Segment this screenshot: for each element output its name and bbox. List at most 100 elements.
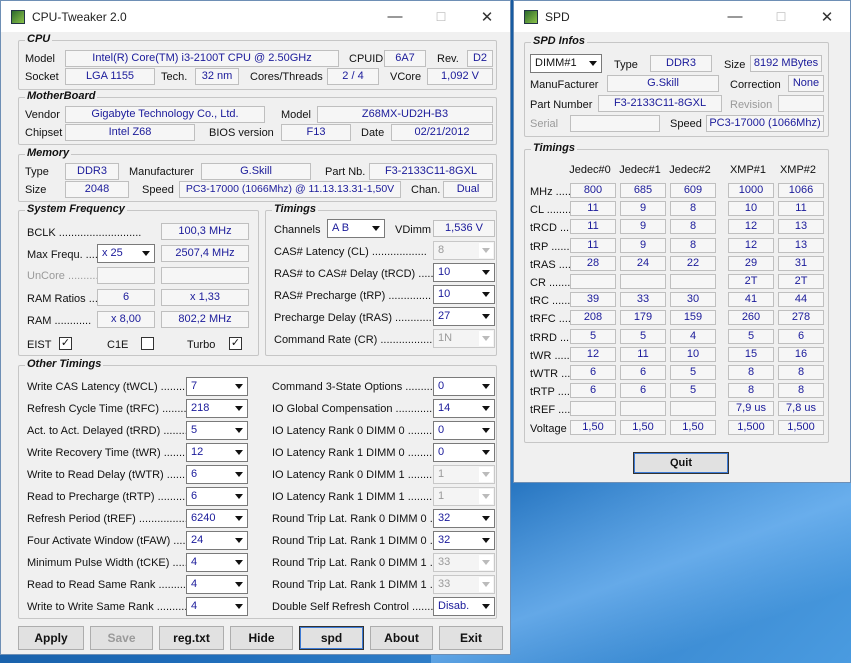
- chevron-down-icon: [232, 511, 246, 526]
- other-timing-select[interactable]: 0: [433, 421, 495, 440]
- other-timing-value: Disab.: [438, 600, 470, 612]
- mem-size-label: Size: [25, 184, 47, 196]
- c1e-checkbox[interactable]: [141, 337, 154, 350]
- other-timing-select[interactable]: 6: [186, 487, 248, 506]
- spd-timing-value: 41: [728, 292, 774, 308]
- spd-timing-value: 10: [670, 346, 716, 362]
- other-timing-select[interactable]: 4: [186, 575, 248, 594]
- other-timing-select[interactable]: 7: [186, 377, 248, 396]
- other-timing-value: 6: [191, 490, 198, 502]
- other-timing-label: Refresh Cycle Time (tRFC) .........: [27, 403, 190, 415]
- spd-timing-value: 278: [778, 310, 824, 326]
- other-timing-select[interactable]: 218: [186, 399, 248, 418]
- minimize-button[interactable]: —: [372, 1, 418, 32]
- hide-button[interactable]: Hide: [230, 626, 293, 650]
- spd-timing-value: [670, 274, 716, 289]
- spd-timing-value: 11: [778, 201, 824, 217]
- minimize-button[interactable]: —: [712, 1, 758, 32]
- dimm-select[interactable]: DIMM#1: [530, 54, 602, 73]
- spd-timing-value: 15: [728, 346, 774, 362]
- other-timing-select[interactable]: 6: [186, 465, 248, 484]
- spd-manuf-value: G.Skill: [607, 75, 719, 92]
- turbo-checkbox[interactable]: ✓: [229, 337, 242, 350]
- mem-manuf-value: G.Skill: [201, 163, 311, 180]
- close-button[interactable]: ✕: [464, 1, 510, 32]
- spd-timings-group-title: Timings: [531, 142, 577, 154]
- other-timing-value: 4: [191, 578, 198, 590]
- other-timing-select[interactable]: 12: [186, 443, 248, 462]
- reg-txt-button[interactable]: reg.txt: [159, 626, 224, 650]
- other-timing-select[interactable]: 0: [433, 443, 495, 462]
- chevron-down-icon: [586, 56, 600, 71]
- spd-timing-value: 9: [620, 219, 666, 235]
- channels-select[interactable]: A B: [327, 219, 385, 238]
- spd-timing-value: 1,50: [620, 419, 666, 435]
- other-timing-label: Read to Precharge (tRTP) ...........: [27, 491, 192, 503]
- socket-value: LGA 1155: [65, 68, 155, 85]
- cpu-group-title: CPU: [25, 33, 53, 45]
- about-button[interactable]: About: [370, 626, 433, 650]
- other-timing-select[interactable]: 0: [433, 377, 495, 396]
- title-bar[interactable]: SPD — ☐ ✕: [514, 1, 850, 32]
- spd-row-label: tRRD .....: [530, 331, 576, 344]
- chevron-down-icon: [479, 555, 493, 570]
- spd-timing-value: 208: [570, 310, 616, 326]
- ram-ratio-multiplier: x 1,33: [161, 289, 249, 306]
- apply-button[interactable]: Apply: [18, 626, 84, 650]
- other-timing-select[interactable]: 4: [186, 553, 248, 572]
- spd-type-label: Type: [614, 59, 638, 71]
- title-bar[interactable]: CPU-Tweaker 2.0 — ☐ ✕: [1, 1, 510, 32]
- serial-label: Serial: [530, 118, 559, 130]
- other-timing-select[interactable]: 32: [433, 531, 495, 550]
- other-timing-label: Write to Write Same Rank ............: [27, 601, 194, 613]
- timing-value: 10: [438, 266, 451, 278]
- spd-column-header: Jedec#0: [569, 164, 611, 176]
- other-timing-select[interactable]: 24: [186, 531, 248, 550]
- eist-checkbox[interactable]: ✓: [59, 337, 72, 350]
- timing-select[interactable]: 10: [433, 285, 495, 304]
- spd-timing-value: 6: [570, 365, 616, 380]
- spd-row-label: tRAS .....: [530, 258, 575, 271]
- partnb-label: Part Nb.: [325, 166, 366, 178]
- chevron-down-icon: [479, 401, 493, 416]
- close-button[interactable]: ✕: [804, 1, 850, 32]
- chevron-down-icon: [232, 445, 246, 460]
- timing-select[interactable]: 27: [433, 307, 495, 326]
- uncore-multiplier-value: [97, 267, 155, 284]
- exit-button[interactable]: Exit: [439, 626, 503, 650]
- system-frequency-group-title: System Frequency: [25, 203, 127, 215]
- other-timing-select[interactable]: 14: [433, 399, 495, 418]
- chevron-down-icon: [232, 401, 246, 416]
- spd-button[interactable]: spd: [299, 626, 364, 650]
- spd-timing-value: 1,500: [728, 419, 774, 435]
- spd-timing-value: 44: [778, 292, 824, 308]
- spd-timing-value: 12: [570, 346, 616, 362]
- timing-select[interactable]: 10: [433, 263, 495, 282]
- spd-column-header: XMP#2: [779, 164, 817, 176]
- spd-timing-value: 12: [728, 219, 774, 235]
- correction-value: None: [788, 75, 824, 92]
- other-timing-select: 33: [433, 553, 495, 572]
- chevron-down-icon: [479, 243, 493, 258]
- timing-label: RAS# to CAS# Delay (tRCD) ......: [274, 268, 437, 280]
- app-icon: [524, 9, 538, 24]
- other-timing-select[interactable]: 4: [186, 597, 248, 616]
- quit-button[interactable]: Quit: [633, 452, 729, 474]
- timing-value: 10: [438, 288, 451, 300]
- other-timing-label: Round Trip Lat. Rank 0 DIMM 0 ....: [272, 513, 442, 525]
- other-timing-select[interactable]: 6240: [186, 509, 248, 528]
- partnb-value: F3-2133C11-8GXL: [369, 163, 493, 180]
- spd-timing-value: [570, 401, 616, 417]
- spd-timing-value: 16: [778, 346, 824, 362]
- correction-label: Correction: [730, 79, 781, 91]
- other-timing-select[interactable]: 5: [186, 421, 248, 440]
- spd-timing-value: 6: [620, 365, 666, 380]
- other-timing-label: IO Latency Rank 0 DIMM 1 ..........: [272, 469, 439, 481]
- other-timing-select[interactable]: Disab.: [433, 597, 495, 616]
- spd-timing-value: 5: [620, 328, 666, 344]
- other-timing-label: Round Trip Lat. Rank 1 DIMM 1 ....: [272, 579, 442, 591]
- cores-label: Cores/Threads: [250, 71, 323, 83]
- ram-ratio-value: 6: [97, 289, 155, 306]
- multiplier-select[interactable]: x 25: [97, 244, 155, 263]
- other-timing-select[interactable]: 32: [433, 509, 495, 528]
